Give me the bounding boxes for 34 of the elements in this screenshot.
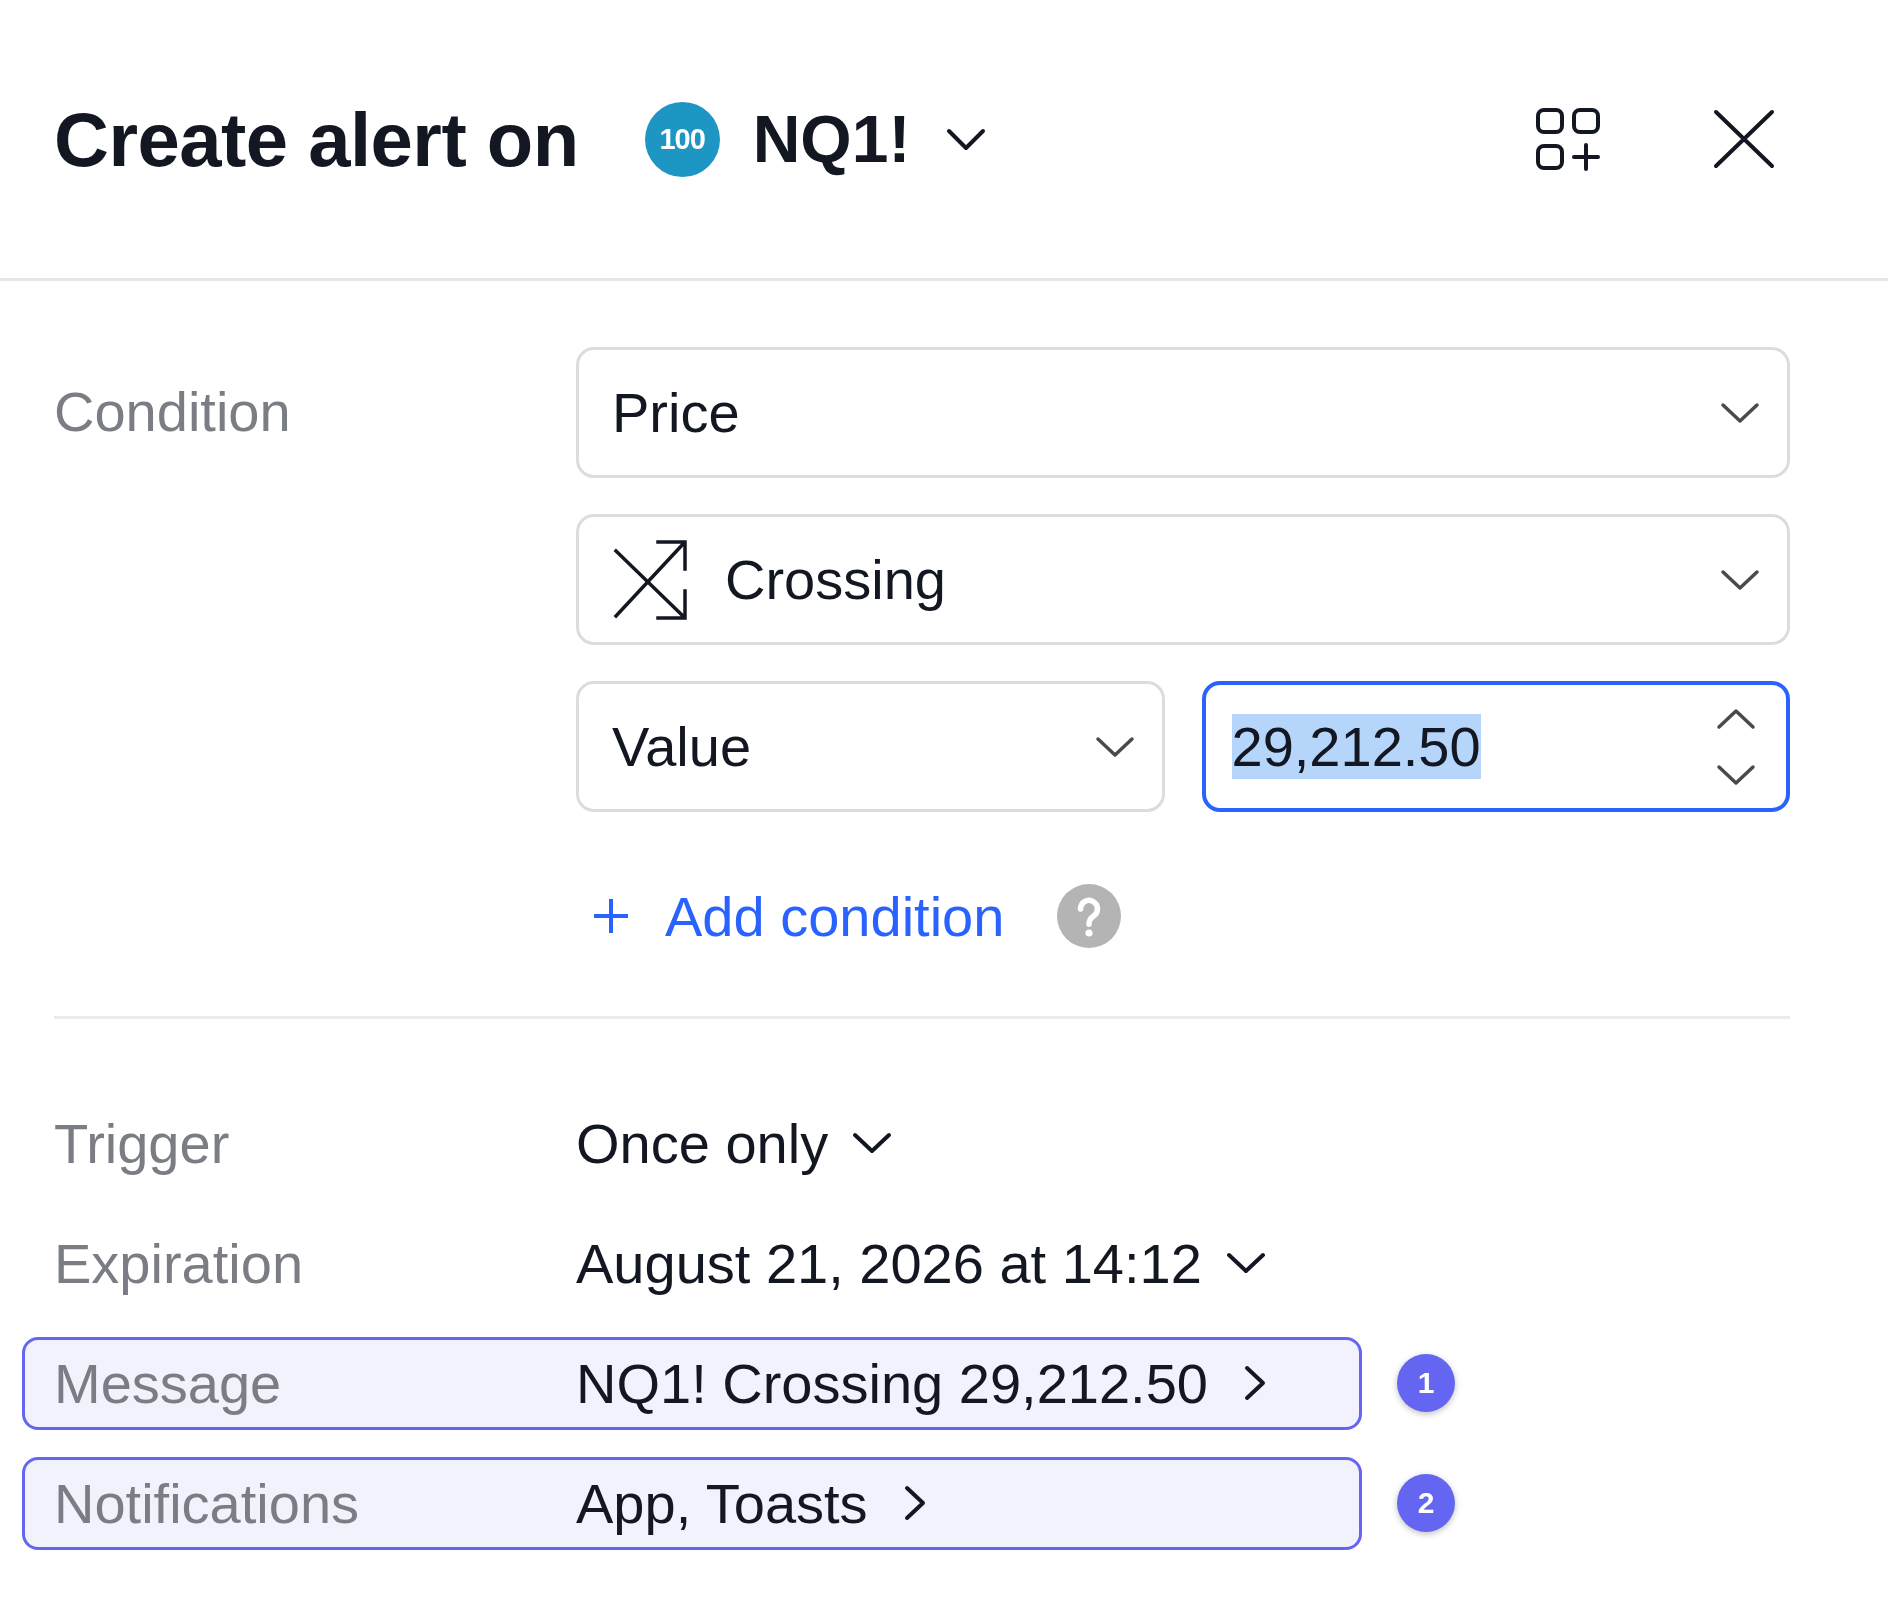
- setting-link[interactable]: NQ1! Crossing 29,212.50: [576, 1350, 1266, 1416]
- setting-link[interactable]: App, Toasts: [576, 1470, 926, 1536]
- symbol-button[interactable]: NQ1!: [752, 101, 987, 177]
- chevron-down-icon: [1094, 735, 1135, 758]
- close-icon[interactable]: [1713, 109, 1775, 169]
- chevron-down-icon[interactable]: [1716, 763, 1756, 786]
- grid-plus-icon[interactable]: [1535, 107, 1601, 171]
- chevron-right-icon: [903, 1485, 926, 1521]
- chevron-down-icon: [1720, 401, 1760, 424]
- chevron-right-icon: [1243, 1365, 1266, 1401]
- chevron-down-icon: [852, 1132, 893, 1154]
- chevron-down-icon: [1225, 1252, 1266, 1274]
- condition-label: Condition: [54, 379, 291, 444]
- plus-icon: [592, 897, 630, 935]
- chevron-up-icon[interactable]: [1716, 707, 1756, 730]
- index-badge: 100: [644, 101, 720, 177]
- setting-dropdown[interactable]: Once only: [576, 1110, 893, 1176]
- row-label: Message: [54, 1350, 283, 1416]
- step-number-badge: 2: [1397, 1474, 1455, 1532]
- field-value: 29,212.50: [1231, 714, 1481, 779]
- chevron-down-icon: [1720, 568, 1760, 591]
- dialog-title: Create alert on: [54, 95, 579, 183]
- operator-dropdown[interactable]: Crossing: [576, 514, 1790, 645]
- operand-dropdown[interactable]: Value: [576, 681, 1165, 812]
- source-dropdown[interactable]: Price: [576, 347, 1790, 478]
- add-condition-button[interactable]: Add condition: [592, 883, 1005, 949]
- row-label: Trigger: [54, 1110, 231, 1176]
- crossing-arrows-icon: [612, 538, 688, 621]
- row-label: Expiration: [54, 1230, 305, 1296]
- row-label: Notifications: [54, 1470, 361, 1536]
- value-field[interactable]: 29,212.50: [1201, 681, 1790, 812]
- chevron-down-icon: [946, 127, 987, 151]
- setting-dropdown[interactable]: August 21, 2026 at 14:12: [576, 1230, 1266, 1296]
- step-number-badge: 1: [1397, 1354, 1455, 1412]
